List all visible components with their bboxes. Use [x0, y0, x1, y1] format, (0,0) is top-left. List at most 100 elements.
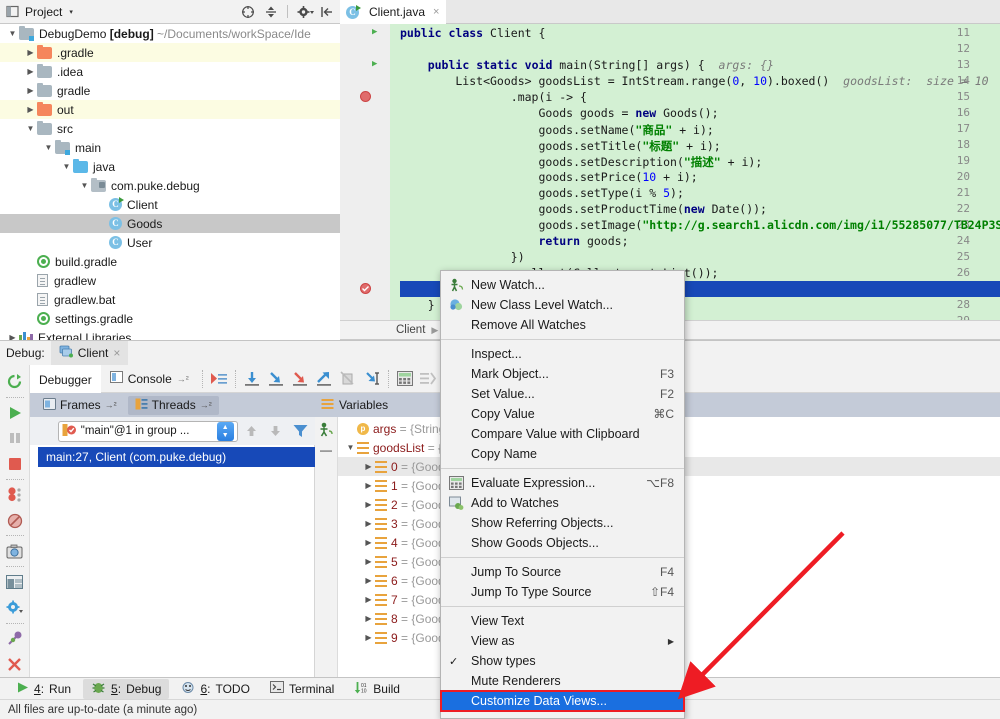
code-line[interactable]: }) — [400, 250, 525, 264]
tree-expand-arrow-icon[interactable] — [362, 519, 375, 528]
move-down-icon[interactable] — [266, 418, 286, 444]
force-step-into-icon[interactable] — [288, 366, 312, 392]
tab-debugger[interactable]: Debugger — [30, 365, 101, 393]
menu-item-compare-value-with-clipboard[interactable]: Compare Value with Clipboard — [441, 424, 684, 444]
resume-program-icon[interactable] — [3, 400, 27, 426]
tree-node-debugdemo[interactable]: DebugDemo [debug] ~/Documents/workSpace/… — [0, 24, 340, 43]
menu-item-jump-to-source[interactable]: Jump To SourceF4 — [441, 562, 684, 582]
pin-tab-icon[interactable] — [3, 626, 27, 652]
show-execution-point-icon[interactable] — [207, 366, 231, 392]
tree-node-gradlew-bat[interactable]: gradlew.bat — [0, 290, 340, 309]
gutter-run-icon[interactable]: ▶ — [372, 59, 382, 69]
tree-node-client[interactable]: CClient — [0, 195, 340, 214]
tree-expand-arrow-icon[interactable] — [24, 67, 37, 76]
view-breakpoints-icon[interactable] — [3, 482, 27, 508]
tree-node-java[interactable]: java — [0, 157, 340, 176]
restore-layout-icon[interactable] — [3, 569, 27, 595]
tree-expand-arrow-icon[interactable] — [362, 462, 375, 471]
drop-frame-icon[interactable] — [336, 366, 360, 392]
stop-icon[interactable] — [3, 451, 27, 477]
tree-expand-arrow-icon[interactable] — [24, 105, 37, 114]
editor-fold-strip[interactable] — [390, 24, 400, 320]
code-line[interactable]: goods.setDescription("描述" + i); — [400, 154, 762, 170]
variables-side-toolbar[interactable] — [315, 417, 338, 677]
collapse-all-icon[interactable] — [241, 5, 255, 19]
menu-item-inspect[interactable]: Inspect... — [441, 344, 684, 364]
tool-window-button-terminal[interactable]: Terminal — [262, 679, 342, 698]
tool-window-button-build[interactable]: 0110Build — [346, 679, 408, 699]
tree-node-settings-gradle[interactable]: settings.gradle — [0, 309, 340, 328]
pause-program-icon[interactable] — [3, 425, 27, 451]
editor-gutter[interactable] — [340, 24, 390, 320]
menu-item-show-goods-objects[interactable]: Show Goods Objects... — [441, 533, 684, 553]
tree-node-gradle[interactable]: gradle — [0, 81, 340, 100]
filter-icon[interactable] — [289, 418, 311, 444]
code-line[interactable]: List<Goods> goodsList = IntStream.range(… — [400, 74, 989, 88]
step-over-icon[interactable] — [240, 366, 264, 392]
menu-item-add-to-watches[interactable]: Add to Watches — [441, 493, 684, 513]
gear-icon[interactable] — [297, 5, 311, 19]
stack-frame-row[interactable]: main:27, Client (com.puke.debug) — [38, 447, 315, 467]
tree-node-build-gradle[interactable]: build.gradle — [0, 252, 340, 271]
step-into-icon[interactable] — [264, 366, 288, 392]
run-to-cursor-icon[interactable] — [360, 366, 384, 392]
menu-item-customize-data-views[interactable]: Customize Data Views... — [441, 691, 684, 711]
tree-node-user[interactable]: CUser — [0, 233, 340, 252]
close-icon[interactable]: × — [433, 6, 439, 18]
get-thread-dump-icon[interactable] — [3, 538, 27, 564]
close-icon[interactable] — [3, 651, 27, 677]
breakpoint-icon[interactable] — [360, 91, 371, 102]
tool-window-button-todo[interactable]: 6:TODO — [173, 679, 257, 699]
tree-expand-arrow-icon[interactable] — [344, 443, 357, 452]
tree-expand-arrow-icon[interactable] — [362, 576, 375, 585]
menu-item-set-value[interactable]: Set Value...F2 — [441, 384, 684, 404]
remove-watch-icon[interactable] — [314, 441, 338, 461]
code-line[interactable]: .map(i -> { — [400, 90, 587, 104]
gutter-run-icon[interactable]: ▶ — [372, 27, 382, 37]
layout-icon[interactable] — [417, 366, 441, 392]
project-dropdown-caret[interactable]: ▾ — [69, 8, 73, 16]
tree-expand-arrow-icon[interactable] — [24, 124, 37, 133]
tree-expand-arrow-icon[interactable] — [362, 538, 375, 547]
tree-node--gradle[interactable]: .gradle — [0, 43, 340, 62]
code-line[interactable]: return goods; — [400, 234, 629, 248]
evaluate-expression-icon[interactable] — [393, 366, 417, 392]
close-icon[interactable]: × — [113, 346, 120, 360]
tree-expand-arrow-icon[interactable] — [6, 333, 19, 340]
hide-panel-icon[interactable] — [320, 5, 334, 19]
tree-node-external-libraries[interactable]: External Libraries — [0, 328, 340, 340]
tree-expand-arrow-icon[interactable] — [24, 86, 37, 95]
rerun-icon[interactable] — [3, 369, 27, 395]
tree-expand-arrow-icon[interactable] — [362, 633, 375, 642]
code-line[interactable]: goods.setImage("http://g.search1.alicdn.… — [400, 218, 1000, 232]
new-watch-icon[interactable] — [314, 419, 338, 441]
frames-panel[interactable]: "main"@1 in group ... ▲▼ main:27, Client… — [30, 417, 315, 677]
menu-item-evaluate-expression[interactable]: Evaluate Expression...⌥F8 — [441, 473, 684, 493]
tree-expand-arrow-icon[interactable] — [60, 162, 73, 171]
tree-expand-arrow-icon[interactable] — [362, 595, 375, 604]
menu-item-remove-all-watches[interactable]: Remove All Watches — [441, 315, 684, 335]
menu-item-view-as[interactable]: View as▶ — [441, 631, 684, 651]
code-line[interactable]: public class Client { — [400, 26, 545, 40]
tree-expand-arrow-icon[interactable] — [42, 143, 55, 152]
subtab-threads[interactable]: Threads →² — [128, 396, 219, 415]
tree-expand-arrow-icon[interactable] — [362, 614, 375, 623]
tab-console[interactable]: Console →² — [101, 365, 198, 393]
breakpoint-icon[interactable] — [360, 283, 371, 294]
mute-breakpoints-icon[interactable] — [3, 508, 27, 534]
menu-item-copy-value[interactable]: Copy Value⌘C — [441, 404, 684, 424]
tree-node-main[interactable]: main — [0, 138, 340, 157]
tree-node-src[interactable]: src — [0, 119, 340, 138]
debugger-context-menu[interactable]: New Watch...New Class Level Watch...Remo… — [440, 270, 685, 719]
tree-expand-arrow-icon[interactable] — [24, 48, 37, 57]
code-line[interactable]: goods.setTitle("标题" + i); — [400, 138, 721, 154]
tree-node-com-puke-debug[interactable]: com.puke.debug — [0, 176, 340, 195]
debug-left-toolbar[interactable] — [0, 365, 30, 677]
menu-item-new-watch[interactable]: New Watch... — [441, 275, 684, 295]
code-line[interactable]: Goods goods = new Goods(); — [400, 106, 719, 120]
tree-node-out[interactable]: out — [0, 100, 340, 119]
menu-item-show-types[interactable]: ✓Show types — [441, 651, 684, 671]
editor-tab-client-java[interactable]: C Client.java × — [340, 0, 446, 24]
code-line[interactable]: } — [400, 298, 435, 312]
tool-window-button-debug[interactable]: 5:Debug — [83, 679, 169, 699]
